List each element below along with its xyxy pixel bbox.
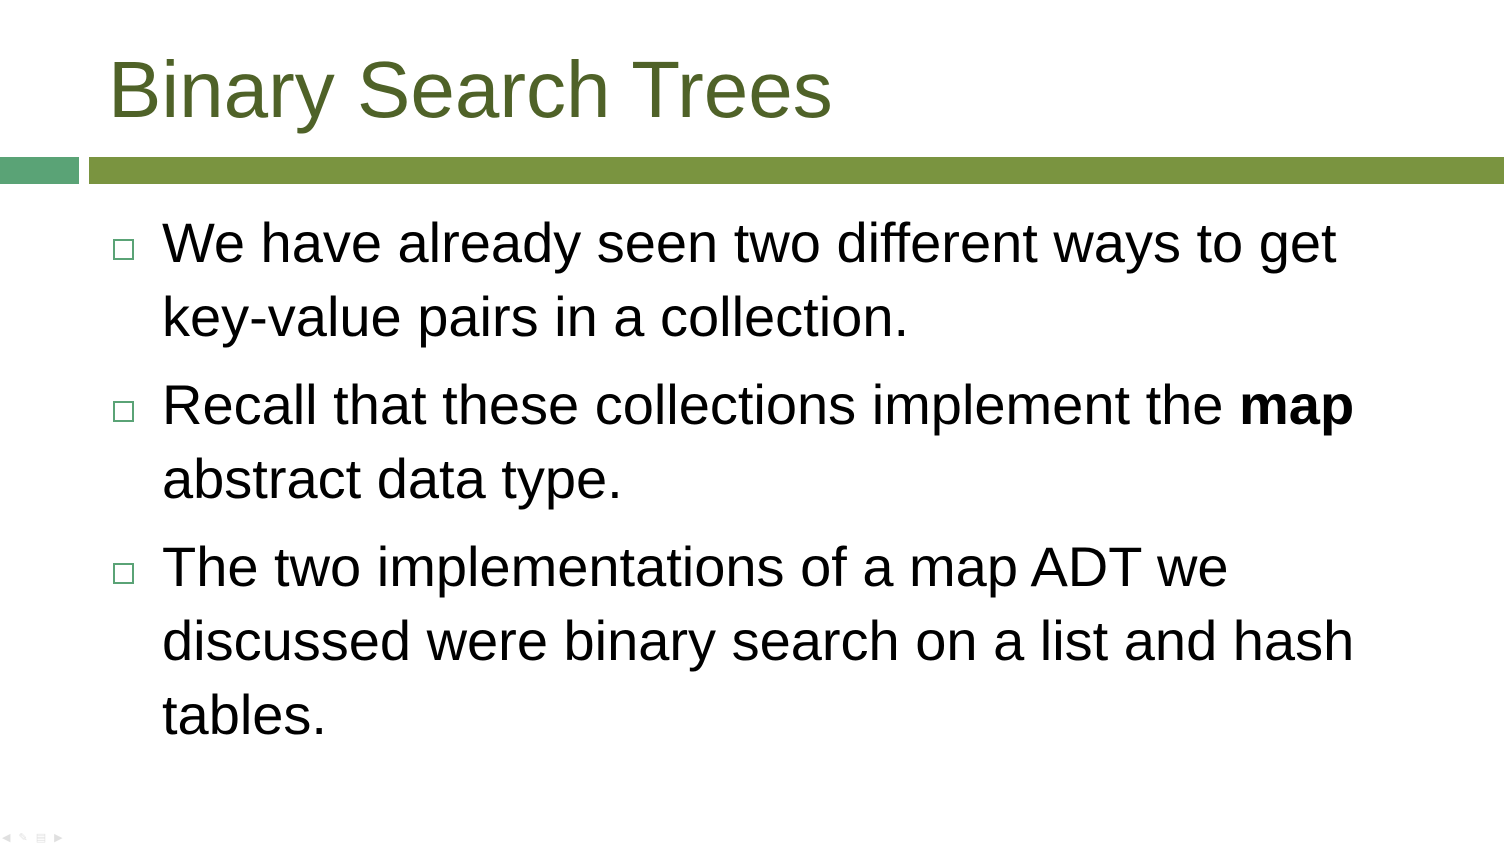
bullet-text-before: Recall that these collections implement … (162, 373, 1239, 436)
square-bullet-icon (113, 563, 134, 584)
bullet-item: We have already seen two different ways … (110, 206, 1410, 354)
bullet-item: Recall that these collections implement … (110, 368, 1410, 516)
bullet-text: The two implementations of a map ADT we … (162, 535, 1355, 746)
bullet-text: We have already seen two different ways … (162, 211, 1337, 348)
bullet-item: The two implementations of a map ADT we … (110, 530, 1410, 752)
slide-title: Binary Search Trees (108, 45, 833, 134)
bullet-text-after: abstract data type. (162, 447, 623, 510)
arrow-right-icon[interactable]: ▶ (54, 832, 62, 844)
slideshow-nav-controls: ◀ ✎ ▤ ▶ (0, 830, 63, 845)
bullet-list: We have already seen two different ways … (110, 206, 1410, 766)
slide: Binary Search Trees We have already seen… (0, 0, 1504, 845)
bullet-emphasis: map (1239, 373, 1355, 436)
slides-icon[interactable]: ▤ (36, 832, 46, 844)
accent-bar-right (89, 157, 1504, 184)
accent-bar-left (0, 157, 79, 184)
pen-icon[interactable]: ✎ (18, 832, 27, 844)
square-bullet-icon (113, 239, 134, 260)
square-bullet-icon (113, 401, 134, 422)
arrow-left-icon[interactable]: ◀ (2, 832, 10, 844)
